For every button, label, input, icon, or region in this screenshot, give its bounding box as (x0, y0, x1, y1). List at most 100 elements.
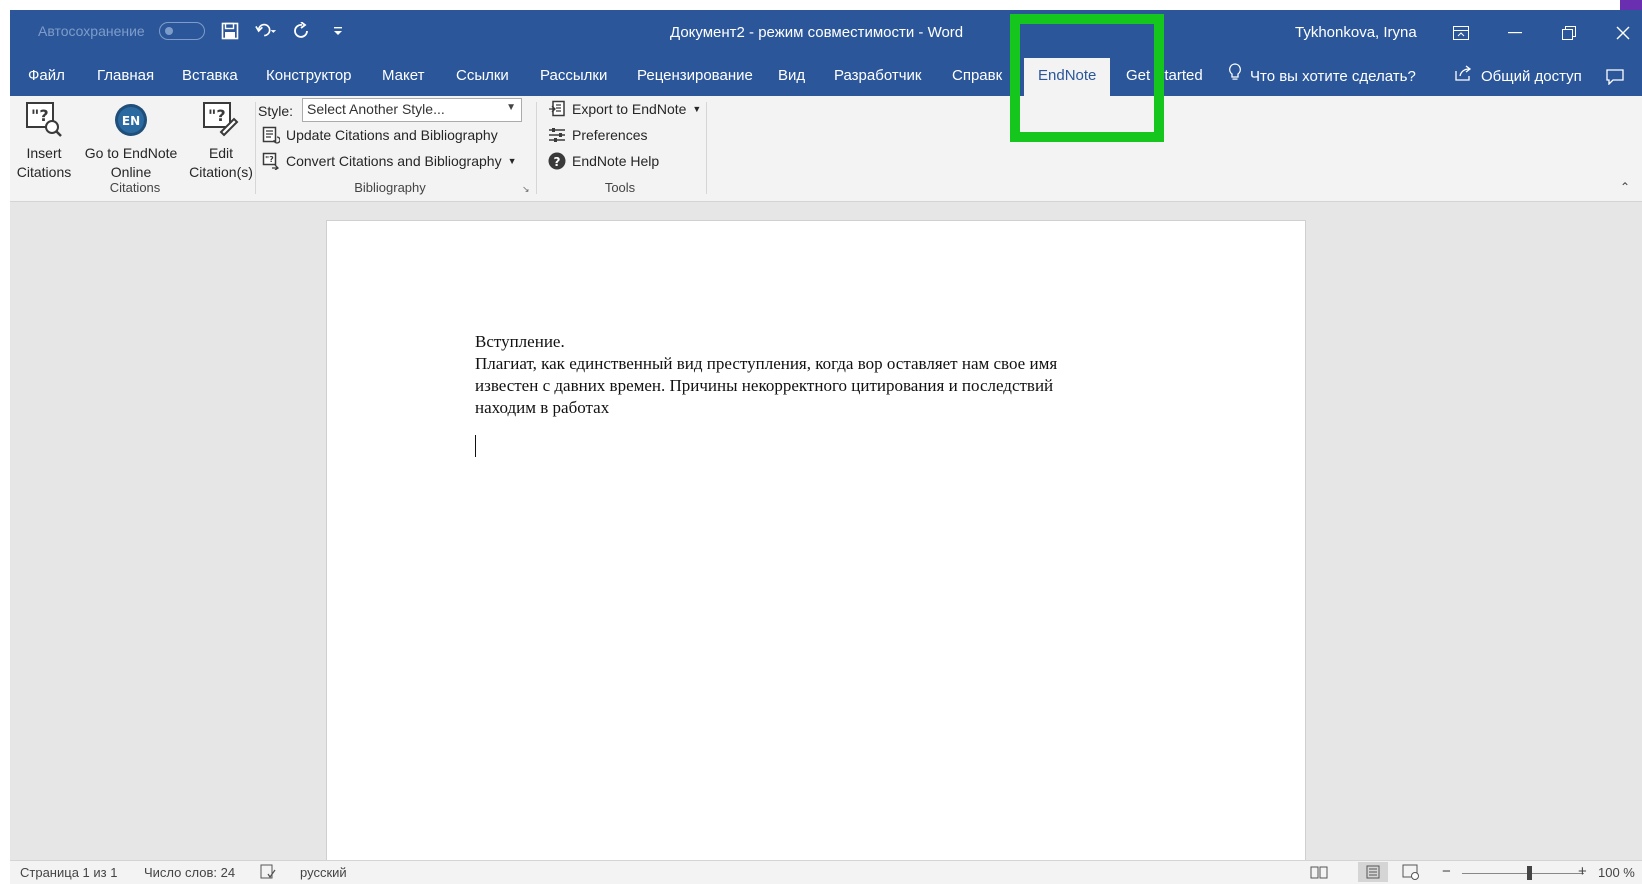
read-mode-icon[interactable] (1310, 864, 1328, 883)
comments-icon[interactable] (1600, 62, 1630, 92)
tools-group-label: Tools (604, 180, 636, 195)
edit-citation-line1: Edit (208, 145, 234, 161)
document-page[interactable]: Вступление. Плагиат, как единственный ви… (326, 220, 1306, 884)
tab-insert[interactable]: Вставка (182, 58, 238, 96)
citations-group-label: Citations (109, 180, 161, 195)
svg-text:"?: "? (208, 106, 226, 125)
share-label: Общий доступ (1481, 68, 1582, 85)
minimize-icon[interactable] (1500, 18, 1530, 48)
update-bibliography-icon (262, 126, 280, 144)
web-layout-icon[interactable] (1402, 864, 1420, 883)
autosave-toggle[interactable] (158, 22, 205, 40)
endnote-logo-icon: EN (111, 100, 151, 140)
redo-icon[interactable] (291, 20, 313, 42)
zoom-slider-track[interactable] (1462, 873, 1584, 874)
document-title: Документ2 - режим совместимости - Word (670, 24, 964, 41)
document-heading: Вступление. (475, 332, 565, 351)
user-name[interactable]: Tykhonkova, Iryna (1295, 24, 1417, 41)
dropdown-arrow-icon: ▼ (507, 156, 517, 166)
bibliography-group-label: Bibliography (354, 180, 426, 195)
lightbulb-icon (1228, 59, 1242, 95)
tab-endnote[interactable]: EndNote (1024, 58, 1111, 96)
quick-access-toolbar: Автосохранение (38, 20, 349, 42)
tell-me-label: Что вы хотите сделать? (1250, 68, 1416, 85)
svg-text:"?: "? (265, 155, 274, 164)
tab-view[interactable]: Вид (778, 58, 805, 96)
tab-mailings[interactable]: Рассылки (540, 58, 607, 96)
share-button[interactable]: Общий доступ (1455, 58, 1582, 96)
screen-left-edge (0, 0, 10, 884)
undo-icon[interactable] (254, 20, 277, 42)
edit-citations-button[interactable]: "? Edit Citation(s) (182, 100, 260, 182)
collapse-ribbon-icon[interactable]: ⌃ (1620, 180, 1630, 194)
tab-references[interactable]: Ссылки (456, 58, 509, 96)
chevron-down-icon: ▼ (506, 102, 516, 113)
word-window: Автосохранение Документ2 - режим совмест… (10, 10, 1642, 884)
goto-endnote-line1: Go to EndNote (84, 145, 178, 161)
document-body[interactable]: Вступление. Плагиат, как единственный ви… (475, 331, 1175, 419)
zoom-out-icon[interactable]: − (1442, 863, 1451, 880)
desktop-corner (1620, 0, 1642, 10)
tab-design[interactable]: Конструктор (266, 58, 352, 96)
zoom-slider-thumb[interactable] (1527, 866, 1532, 880)
tab-home[interactable]: Главная (97, 58, 154, 96)
tell-me-search[interactable]: Что вы хотите сделать? (1228, 58, 1416, 96)
style-dropdown[interactable]: Select Another Style... ▼ (302, 98, 522, 122)
ribbon-endnote: "? Insert Citations EN Go to EndNote Onl… (10, 96, 1642, 202)
proofing-icon[interactable] (260, 864, 276, 883)
export-to-endnote-button[interactable]: Export to EndNote ▼ (548, 100, 701, 118)
tab-get-started[interactable]: Get Started (1126, 58, 1203, 96)
autosave-label: Автосохранение (38, 23, 145, 39)
preferences-label: Preferences (572, 127, 648, 143)
tab-layout[interactable]: Макет (382, 58, 424, 96)
share-icon (1455, 59, 1473, 95)
update-citations-label: Update Citations and Bibliography (286, 127, 498, 143)
language[interactable]: русский (300, 865, 347, 880)
insert-citations-button[interactable]: "? Insert Citations (16, 100, 72, 182)
title-bar: Автосохранение Документ2 - режим совмест… (10, 10, 1642, 58)
help-icon: ? (548, 152, 566, 170)
ribbon-display-options-icon[interactable] (1446, 18, 1476, 48)
tab-help[interactable]: Справк (952, 58, 1002, 96)
insert-citations-icon: "? (24, 100, 64, 140)
restore-icon[interactable] (1554, 18, 1584, 48)
style-label: Style: (258, 103, 294, 119)
group-divider (706, 102, 707, 194)
group-divider (255, 102, 256, 194)
insert-citations-line1: Insert (26, 145, 62, 161)
zoom-in-icon[interactable]: + (1578, 863, 1587, 880)
dropdown-arrow-icon: ▼ (692, 104, 702, 114)
endnote-badge: EN (122, 114, 140, 128)
screen-top-edge (0, 0, 1642, 10)
goto-endnote-online-button[interactable]: EN Go to EndNote Online (76, 100, 186, 182)
convert-citations-button[interactable]: "? Convert Citations and Bibliography ▼ (262, 152, 517, 170)
tab-developer[interactable]: Разработчик (834, 58, 921, 96)
update-citations-button[interactable]: Update Citations and Bibliography (262, 126, 498, 144)
svg-text:"?: "? (31, 106, 49, 125)
save-icon[interactable] (219, 20, 241, 42)
endnote-help-button[interactable]: ? EndNote Help (548, 152, 659, 170)
ribbon-tabs: Файл Главная Вставка Конструктор Макет С… (10, 58, 1642, 96)
page-count[interactable]: Страница 1 из 1 (20, 865, 117, 880)
zoom-level[interactable]: 100 % (1598, 865, 1635, 880)
help-label: EndNote Help (572, 153, 660, 169)
svg-text:?: ? (554, 155, 561, 169)
word-count[interactable]: Число слов: 24 (144, 865, 235, 880)
document-paragraph-line: известен с давних времен. Причины некорр… (475, 376, 1054, 395)
convert-citations-label: Convert Citations and Bibliography (286, 153, 502, 169)
print-layout-icon[interactable] (1358, 862, 1388, 882)
tab-review[interactable]: Рецензирование (637, 58, 753, 96)
convert-bibliography-icon: "? (262, 152, 280, 170)
export-icon (548, 100, 566, 118)
customize-qat-icon[interactable] (327, 20, 349, 42)
preferences-sliders-icon (548, 126, 566, 144)
style-dropdown-value: Select Another Style... (307, 101, 445, 117)
tab-file[interactable]: Файл (28, 58, 65, 96)
dialog-launcher-icon[interactable]: ↘ (522, 184, 530, 195)
document-paragraph-line: Плагиат, как единственный вид преступлен… (475, 354, 1058, 373)
status-bar: Страница 1 из 1 Число слов: 24 русский −… (10, 860, 1642, 884)
text-cursor (475, 435, 476, 457)
preferences-button[interactable]: Preferences (548, 126, 647, 144)
insert-citations-line2: Citations (16, 164, 72, 180)
close-icon[interactable] (1608, 18, 1638, 48)
